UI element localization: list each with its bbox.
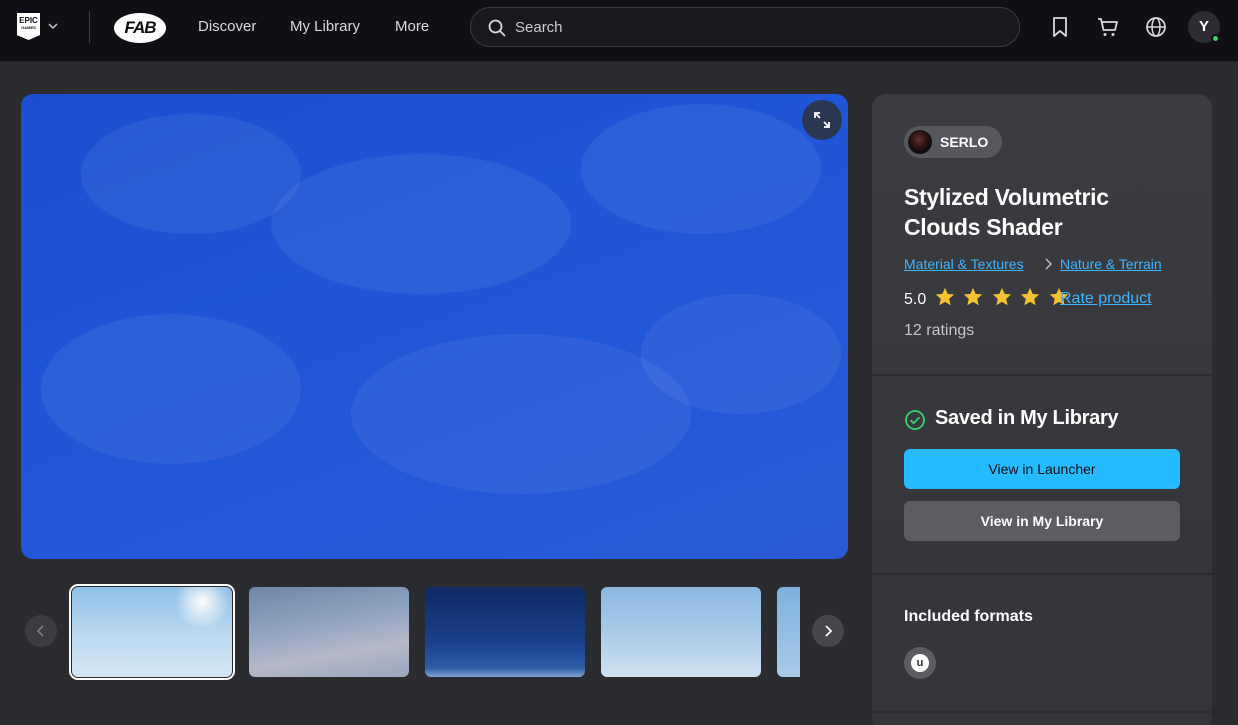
panel-divider xyxy=(872,711,1212,713)
chevron-right-icon xyxy=(825,625,833,637)
top-nav-bar: EPIC GAMES FAB Discover My Library More … xyxy=(0,0,1238,62)
thumbnail-1[interactable] xyxy=(69,584,235,680)
online-status-dot xyxy=(1211,34,1220,43)
nav-discover[interactable]: Discover xyxy=(198,18,256,35)
fab-logo[interactable]: FAB xyxy=(114,13,166,43)
ratings-count: 12 ratings xyxy=(904,322,975,339)
chevron-down-icon[interactable] xyxy=(47,20,59,32)
breadcrumb-category[interactable]: Material & Textures xyxy=(904,256,1024,272)
thumbnail-2[interactable] xyxy=(249,587,409,677)
panel-divider xyxy=(872,573,1212,575)
star-icon xyxy=(935,287,955,306)
nav-my-library[interactable]: My Library xyxy=(290,18,360,35)
star-icon xyxy=(964,287,983,306)
carousel-prev-button[interactable] xyxy=(25,615,57,647)
epic-logo-subtext: GAMES xyxy=(21,25,36,30)
star-icon xyxy=(1021,287,1040,306)
rating-value: 5.0 xyxy=(904,291,927,308)
epic-games-logo[interactable]: EPIC GAMES xyxy=(17,13,40,40)
view-in-my-library-button[interactable]: View in My Library xyxy=(904,501,1180,541)
search-input[interactable] xyxy=(515,17,995,37)
rate-product-link[interactable]: Rate product xyxy=(1060,290,1152,308)
seller-avatar xyxy=(908,130,932,154)
fullscreen-button[interactable] xyxy=(802,100,842,140)
unreal-engine-icon[interactable]: u xyxy=(904,647,936,679)
epic-logo-text: EPIC xyxy=(19,16,38,25)
seller-chip[interactable]: SERLO xyxy=(904,126,1002,158)
bookmark-icon[interactable] xyxy=(1048,15,1072,39)
chevron-left-icon xyxy=(36,625,44,637)
nav-more[interactable]: More xyxy=(395,18,429,35)
carousel-next-button[interactable] xyxy=(812,615,844,647)
search-icon xyxy=(488,19,506,37)
search-bar[interactable] xyxy=(470,7,1020,47)
nav-divider xyxy=(89,11,90,43)
product-title: Stylized Volumetric Clouds Shader xyxy=(904,184,1109,240)
cart-icon[interactable] xyxy=(1096,15,1120,39)
breadcrumb-subcategory[interactable]: Nature & Terrain xyxy=(1060,256,1162,272)
seller-name: SERLO xyxy=(940,134,989,150)
check-circle-icon xyxy=(905,410,925,430)
product-main-image[interactable] xyxy=(21,94,848,559)
thumbnail-5[interactable] xyxy=(777,587,800,677)
thumbnail-strip xyxy=(60,580,800,690)
panel-divider xyxy=(872,374,1212,376)
chevron-right-icon xyxy=(1045,258,1052,270)
expand-icon xyxy=(814,112,830,128)
rating-stars xyxy=(934,286,1072,313)
library-status: Saved in My Library xyxy=(935,407,1119,429)
globe-icon[interactable] xyxy=(1144,15,1168,39)
thumbnail-4[interactable] xyxy=(601,587,761,677)
thumbnail-3[interactable] xyxy=(425,587,585,677)
included-formats-heading: Included formats xyxy=(904,608,1033,625)
view-in-launcher-button[interactable]: View in Launcher xyxy=(904,449,1180,489)
star-icon xyxy=(992,287,1012,306)
